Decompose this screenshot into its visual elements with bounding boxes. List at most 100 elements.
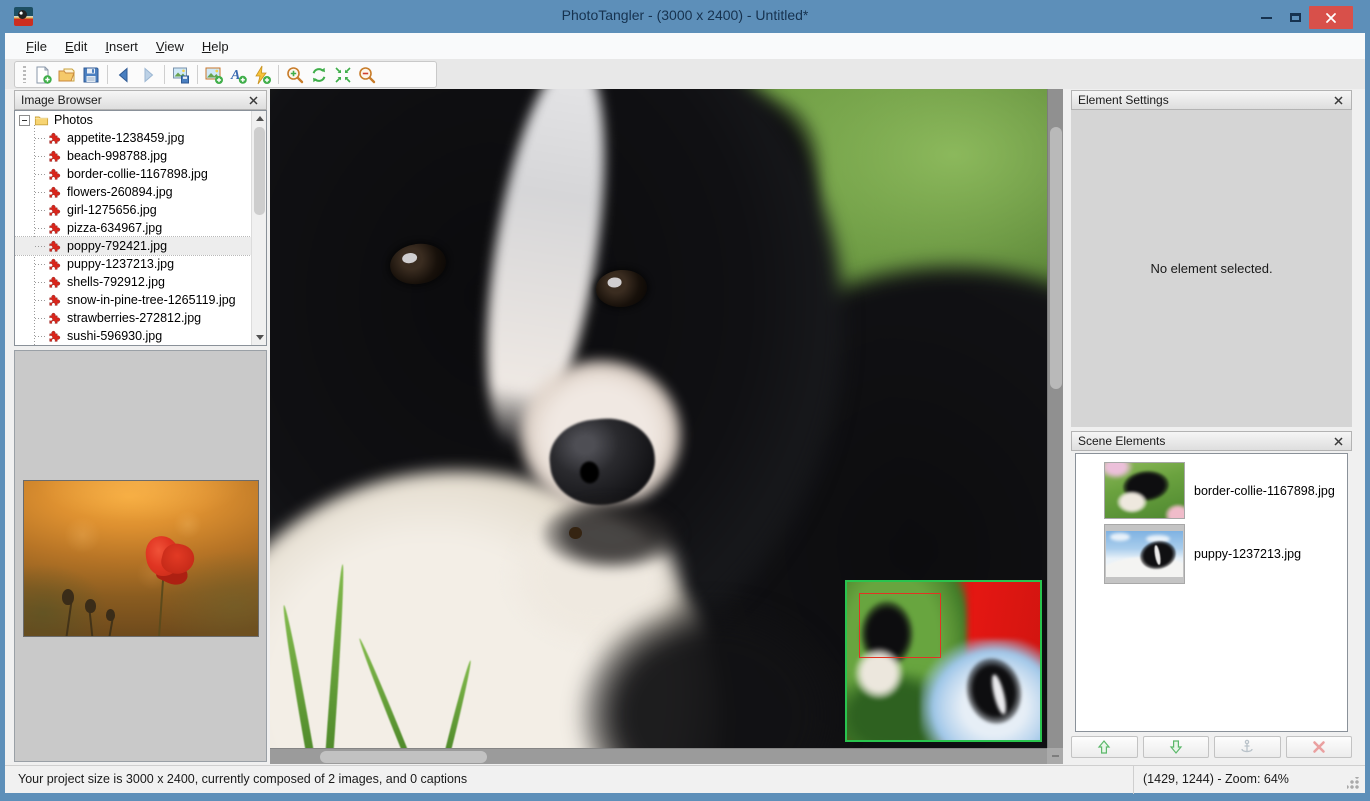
scene-elements-header: Scene Elements xyxy=(1071,431,1352,451)
close-icon xyxy=(1334,437,1343,446)
close-button[interactable] xyxy=(1309,6,1353,29)
nostril xyxy=(579,460,600,484)
new-project-button[interactable] xyxy=(31,63,55,86)
add-image-button[interactable] xyxy=(202,63,226,86)
title-bar[interactable]: PhotoTangler - (3000 x 2400) - Untitled* xyxy=(0,0,1370,33)
refresh-view-button[interactable] xyxy=(307,63,331,86)
thumb-toy xyxy=(1165,504,1185,519)
window-title: PhotoTangler - (3000 x 2400) - Untitled* xyxy=(0,7,1370,23)
add-effect-button[interactable] xyxy=(250,63,274,86)
scrollbar-corner xyxy=(1047,748,1063,764)
eye-glint xyxy=(608,278,622,288)
menu-file[interactable]: File xyxy=(17,36,56,57)
open-folder-icon xyxy=(57,65,77,85)
delete-element-button[interactable] xyxy=(1286,736,1353,758)
tree-file[interactable]: shells-792912.jpg xyxy=(15,273,251,291)
toolbar-separator xyxy=(197,65,198,84)
delete-x-icon xyxy=(1312,740,1326,754)
canvas[interactable] xyxy=(270,89,1047,748)
anchor-button[interactable] xyxy=(1214,736,1281,758)
forward-arrow-icon xyxy=(138,65,158,85)
menu-edit[interactable]: Edit xyxy=(56,36,96,57)
canvas-vertical-scrollbar[interactable] xyxy=(1047,89,1063,748)
file-label: pizza-634967.jpg xyxy=(67,221,162,235)
forward-button[interactable] xyxy=(136,63,160,86)
element-settings-close-button[interactable] xyxy=(1331,93,1345,107)
toolbar-grip[interactable] xyxy=(23,66,26,83)
tree-scrollbar[interactable] xyxy=(251,111,266,345)
eye-glint xyxy=(402,252,418,264)
menu-bar: File Edit Insert View Help xyxy=(5,33,1365,59)
file-label: girl-1275656.jpg xyxy=(67,203,157,217)
tree-file[interactable]: snow-in-pine-tree-1265119.jpg xyxy=(15,291,251,309)
add-text-button[interactable]: A xyxy=(226,63,250,86)
puzzle-icon xyxy=(47,203,62,217)
menu-help[interactable]: Help xyxy=(193,36,238,57)
zoom-in-button[interactable] xyxy=(283,63,307,86)
zoom-fit-button[interactable] xyxy=(331,63,355,86)
tree-file[interactable]: border-collie-1167898.jpg xyxy=(15,165,251,183)
puzzle-icon xyxy=(47,131,62,145)
element-settings-body: No element selected. xyxy=(1071,110,1352,427)
poppy-bud xyxy=(106,609,115,621)
scene-elements-toolbar xyxy=(1071,736,1352,758)
maximize-button[interactable] xyxy=(1281,6,1309,29)
tree-file[interactable]: sushi-596930.jpg xyxy=(15,327,251,345)
image-browser-tree: Photos appetite-1238459.jpg beach-998788… xyxy=(14,110,267,346)
back-button[interactable] xyxy=(112,63,136,86)
file-label: strawberries-272812.jpg xyxy=(67,311,201,325)
image-browser-title: Image Browser xyxy=(21,93,102,107)
file-label: puppy-1237213.jpg xyxy=(67,257,174,271)
element-settings-title: Element Settings xyxy=(1078,93,1169,107)
tree-file[interactable]: strawberries-272812.jpg xyxy=(15,309,251,327)
cloud xyxy=(1110,533,1130,541)
canvas-horizontal-scrollbar[interactable] xyxy=(270,748,1047,764)
toolbar-separator xyxy=(278,65,279,84)
tree-file-selected[interactable]: poppy-792421.jpg xyxy=(15,237,251,255)
file-label: border-collie-1167898.jpg xyxy=(67,167,208,181)
navigator-minimap[interactable] xyxy=(845,580,1042,742)
fit-to-window-icon xyxy=(333,65,353,85)
puzzle-icon xyxy=(47,185,62,199)
menu-insert[interactable]: Insert xyxy=(96,36,147,57)
add-image-icon xyxy=(204,65,224,85)
file-label: poppy-792421.jpg xyxy=(67,239,167,253)
scroll-up-arrow[interactable] xyxy=(252,111,267,126)
resize-grip[interactable] xyxy=(1347,777,1359,789)
export-image-button[interactable] xyxy=(169,63,193,86)
save-icon xyxy=(81,65,101,85)
close-icon xyxy=(249,96,258,105)
zoom-in-icon xyxy=(285,65,305,85)
tree-file[interactable]: flowers-260894.jpg xyxy=(15,183,251,201)
horizontal-scrollbar-thumb[interactable] xyxy=(320,751,487,763)
file-label: snow-in-pine-tree-1265119.jpg xyxy=(67,293,236,307)
tree-file[interactable]: pizza-634967.jpg xyxy=(15,219,251,237)
collapse-icon[interactable] xyxy=(19,115,30,126)
tree-file[interactable]: girl-1275656.jpg xyxy=(15,201,251,219)
move-up-button[interactable] xyxy=(1071,736,1138,758)
new-document-icon xyxy=(33,65,53,85)
viewport-rectangle[interactable] xyxy=(859,593,941,658)
tree-file[interactable]: beach-998788.jpg xyxy=(15,147,251,165)
zoom-out-button[interactable] xyxy=(355,63,379,86)
minimize-button[interactable] xyxy=(1252,6,1280,29)
move-down-button[interactable] xyxy=(1143,736,1210,758)
file-label: sushi-596930.jpg xyxy=(67,329,162,343)
poppy-bokeh-overlay xyxy=(24,481,258,636)
vertical-scrollbar-thumb[interactable] xyxy=(1050,127,1062,389)
mouth-shadow xyxy=(542,498,682,570)
image-browser-close-button[interactable] xyxy=(246,93,260,107)
scene-elements-close-button[interactable] xyxy=(1331,434,1345,448)
open-project-button[interactable] xyxy=(55,63,79,86)
scene-element-item[interactable]: puppy-1237213.jpg xyxy=(1104,524,1301,584)
save-project-button[interactable] xyxy=(79,63,103,86)
tree-folder-photos[interactable]: Photos xyxy=(15,111,251,129)
tree-scrollbar-thumb[interactable] xyxy=(254,127,265,215)
scroll-down-arrow[interactable] xyxy=(252,330,267,345)
tree-file[interactable]: puppy-1237213.jpg xyxy=(15,255,251,273)
menu-view[interactable]: View xyxy=(147,36,193,57)
no-element-message: No element selected. xyxy=(1150,261,1272,276)
tree-file[interactable]: appetite-1238459.jpg xyxy=(15,129,251,147)
minimize-icon xyxy=(1261,17,1272,19)
scene-element-item[interactable]: border-collie-1167898.jpg xyxy=(1104,462,1335,519)
